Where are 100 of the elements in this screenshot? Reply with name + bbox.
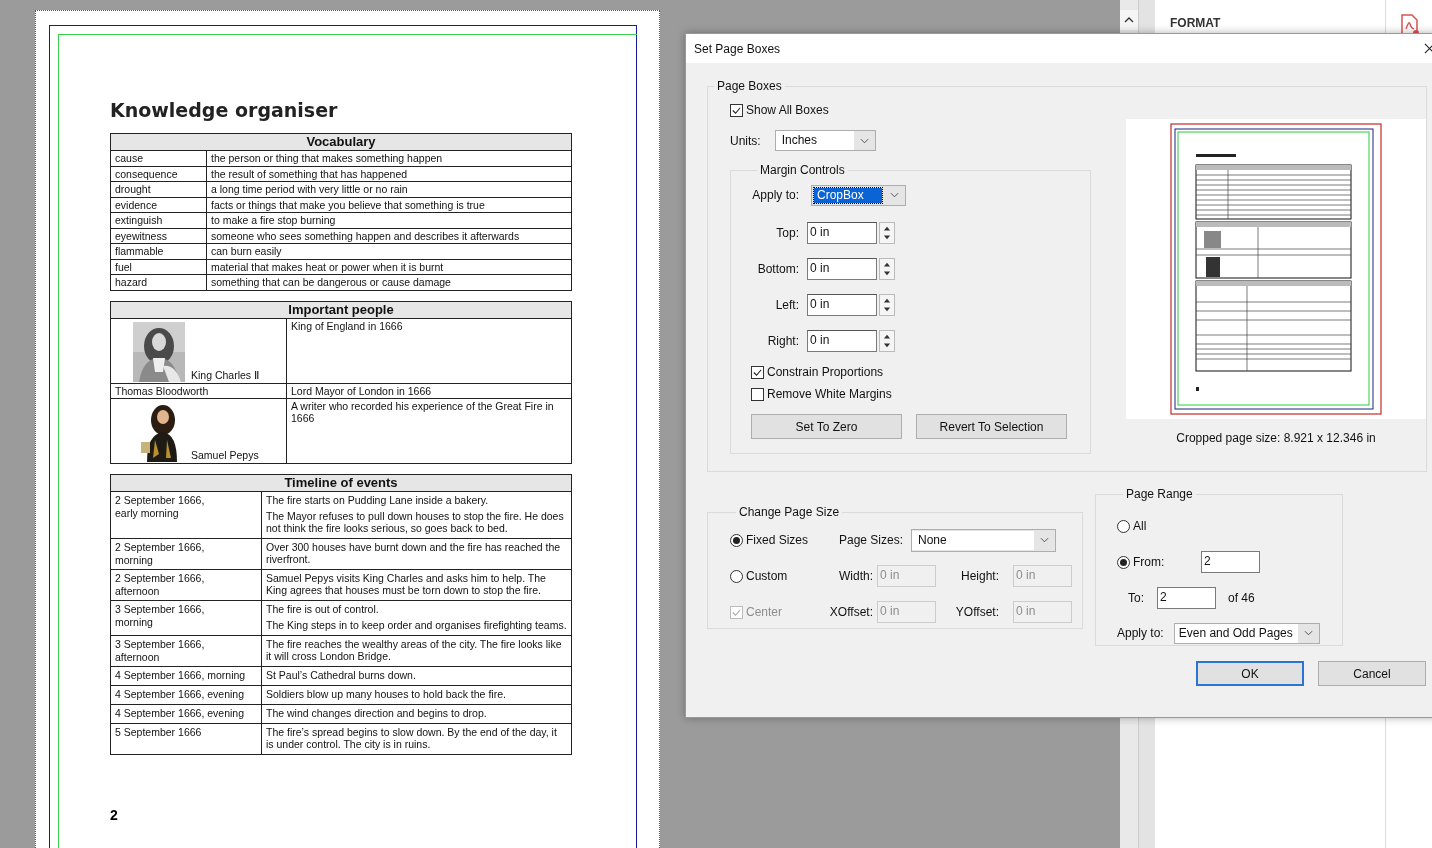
close-icon[interactable] <box>1424 43 1432 54</box>
event-date: 4 September 1666, evening <box>115 707 245 720</box>
table-cell: to make a fire stop burning <box>206 212 572 228</box>
table-cell: King of England in 1666 <box>286 318 572 383</box>
event-date: afternoon <box>115 584 161 597</box>
event-text: The Mayor refuses to pull down houses to stop the fire. He does not think the fire looks serious, so goes back to bed. <box>266 510 565 534</box>
table-cell: flammable <box>110 243 207 259</box>
event-date: 3 September 1666, <box>115 603 206 616</box>
table-cell: the person or thing that makes something happen <box>206 150 572 166</box>
field-label: To: <box>1128 591 1145 605</box>
event-date: 2 September 1666, <box>115 541 206 554</box>
radio-button[interactable] <box>730 569 743 583</box>
person-name: King Charles Ⅱ <box>191 368 260 382</box>
spinner[interactable] <box>879 258 895 280</box>
event-date: 2 September 1666, <box>115 494 206 507</box>
table-heading: Important people <box>110 301 572 318</box>
radio-label: Custom <box>746 569 788 583</box>
document-title: Knowledge organiser <box>110 99 339 121</box>
radio-label: From: <box>1133 555 1165 569</box>
event-date: 3 September 1666, <box>115 638 206 651</box>
field-label: Height: <box>959 569 999 583</box>
table-cell: extinguish <box>110 212 207 228</box>
number-field[interactable]: 0 in <box>807 330 877 352</box>
checkbox[interactable] <box>730 103 743 117</box>
table-cell: cause <box>110 150 207 166</box>
dialog-button[interactable]: Set To Zero <box>751 414 902 439</box>
field-label: Left: <box>774 298 799 312</box>
event-text: Soldiers blow up many houses to hold back the fire. <box>266 688 507 700</box>
to-field[interactable]: 2 <box>1157 587 1216 609</box>
radio-button[interactable] <box>1117 519 1130 533</box>
event-date: 2 September 1666, <box>115 572 206 585</box>
panel-heading: FORMAT <box>1170 16 1221 30</box>
field-label: Units: <box>730 133 761 148</box>
event-text: The fire is out of control. <box>266 603 380 615</box>
person-name: Samuel Pepys <box>191 449 259 462</box>
apply-to-dropdown[interactable]: CropBox <box>811 184 906 206</box>
spinner[interactable] <box>879 294 895 316</box>
field-label: Apply to: <box>751 188 799 202</box>
event-date: 4 September 1666, evening <box>115 688 245 701</box>
dialog-button[interactable]: Revert To Selection <box>916 414 1067 439</box>
radio-label: Fixed Sizes <box>746 533 809 547</box>
field-label: Top: <box>775 226 799 240</box>
group-label: Change Page Size <box>738 505 841 519</box>
checkbox-label: Remove White Margins <box>767 387 892 401</box>
dialog-title: Set Page Boxes <box>694 41 781 56</box>
table-cell: the result of something that has happened <box>206 166 572 182</box>
event-date: morning <box>115 553 154 566</box>
page-sizes-dropdown[interactable]: None <box>911 528 1056 552</box>
pages-dropdown[interactable]: Even and Odd Pages <box>1173 622 1320 644</box>
spinner[interactable] <box>879 330 895 352</box>
table-cell: drought <box>110 181 207 197</box>
caret-icon <box>1040 537 1049 543</box>
checkbox-label: Center <box>746 605 783 619</box>
spinner[interactable] <box>879 222 895 244</box>
number-field[interactable]: 0 in <box>807 258 877 280</box>
group-label: Page Range <box>1125 487 1194 501</box>
event-text: Samuel Pepys visits King Charles and asks him to help. The King agrees that houses must be torn down to stop the fire. <box>266 572 547 596</box>
event-date: 5 September 1666 <box>115 726 203 739</box>
field-label: Page Sizes: <box>839 533 905 547</box>
caret-icon <box>890 192 899 198</box>
scroll-up-icon[interactable] <box>1120 10 1138 30</box>
event-text: The fire reaches the wealthy areas of the city. The fire looks like it will cross London Bridge. <box>266 638 563 662</box>
event-text: The wind changes direction and begins to drop. <box>266 707 488 719</box>
checkbox[interactable] <box>751 365 764 379</box>
pdf-file-icon[interactable] <box>1399 14 1421 36</box>
radio-label: All <box>1133 519 1147 533</box>
table-cell: something that can be dangerous or cause damage <box>206 274 572 290</box>
event-text: The King steps in to keep order and organises firefighting teams. <box>266 619 567 631</box>
event-text: St Paul’s Cathedral burns down. <box>266 669 417 681</box>
table-cell: fuel <box>110 259 207 275</box>
page-number: 2 <box>110 807 119 823</box>
number-field[interactable]: 0 in <box>807 222 877 244</box>
event-text: The fire starts on Pudding Lane inside a bakery. <box>266 494 490 506</box>
person-name: Thomas Bloodworth <box>114 383 210 398</box>
table-heading: Timeline of events <box>110 474 572 492</box>
field-label: Width: <box>838 569 873 583</box>
number-field[interactable]: 0 in <box>807 294 877 316</box>
event-date: early morning <box>115 506 180 519</box>
event-date: 4 September 1666, morning <box>115 669 247 682</box>
table-cell: eyewitness <box>110 228 207 244</box>
cropped-size-text: Cropped page size: 8.921 x 12.346 in <box>1175 431 1377 445</box>
field-label: Apply to: <box>1117 626 1164 640</box>
radio-button[interactable] <box>1117 555 1130 569</box>
dialog-button[interactable]: Cancel <box>1318 661 1426 686</box>
table-cell: facts or things that make you believe that something is true <box>206 197 572 213</box>
dialog-button[interactable]: OK <box>1196 661 1304 686</box>
checkbox[interactable] <box>751 387 764 401</box>
radio-button[interactable] <box>730 533 743 547</box>
from-field[interactable]: 2 <box>1201 551 1260 573</box>
table-cell: Lord Mayor of London in 1666 <box>286 383 572 399</box>
event-date: afternoon <box>115 650 161 663</box>
page-count: of 46 <box>1228 591 1255 605</box>
table-cell: material that makes heat or power when it is burnt <box>206 259 572 275</box>
units-dropdown[interactable]: Inches <box>774 130 876 151</box>
checkbox-label: Show All Boxes <box>746 103 829 117</box>
field-label: YOffset: <box>954 605 999 619</box>
field-label: XOffset: <box>828 605 873 619</box>
checkbox-label: Constrain Proportions <box>767 365 884 379</box>
table-cell: someone who sees something happen and describes it afterwards <box>206 228 572 244</box>
caret-icon <box>1303 630 1313 636</box>
